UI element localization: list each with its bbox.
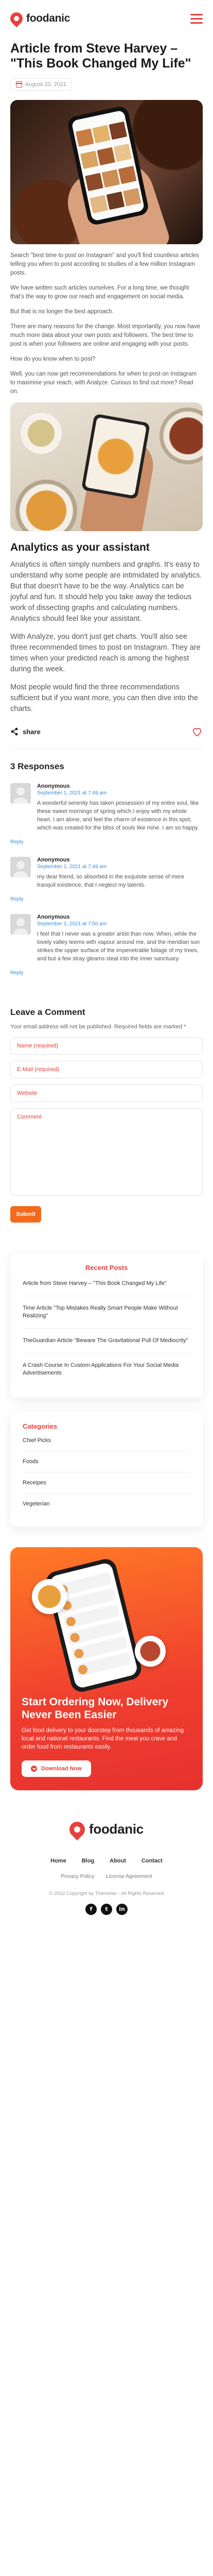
avatar <box>10 914 31 935</box>
comment: Anonymous September 1, 2021 at 7:49 am m… <box>10 857 203 903</box>
section-heading: Analytics as your assistant <box>10 541 150 553</box>
twitter-icon[interactable]: t <box>101 1903 112 1915</box>
social-links: f t in <box>0 1903 213 1933</box>
category-link[interactable]: Chief Picks <box>23 1430 190 1451</box>
article-paragraph: Search "best time to post on Instagram" … <box>10 252 200 276</box>
footer-nav-contact[interactable]: Contact <box>141 1858 163 1864</box>
license-agreement-link[interactable]: License Agreement <box>106 1873 152 1879</box>
recent-post-link[interactable]: Article from Steve Harvey – "This Book C… <box>23 1272 190 1296</box>
comment-date[interactable]: September 1, 2021 at 7:49 am <box>37 790 203 796</box>
submit-button[interactable]: Submit <box>10 1206 41 1223</box>
recent-post-link[interactable]: Time Article "Top Mistakes Really Smart … <box>23 1296 190 1329</box>
copyright: © 2022 Copyright by Themelan - All Right… <box>49 1890 164 1896</box>
facebook-icon[interactable]: f <box>85 1903 97 1915</box>
categories-title: Categories <box>23 1422 58 1430</box>
download-button[interactable]: Download Now <box>22 1760 91 1777</box>
category-link[interactable]: Foods <box>23 1451 190 1472</box>
share-row: share <box>10 726 203 749</box>
avatar <box>10 857 31 877</box>
download-label: Download Now <box>41 1766 82 1772</box>
hamburger-menu-icon[interactable] <box>187 11 203 26</box>
comment: Anonymous September 1, 2021 at 7:50 am I… <box>10 914 203 976</box>
section-body: Analytics is often simply numbers and gr… <box>10 560 203 715</box>
section-paragraph: Analytics is often simply numbers and gr… <box>10 561 202 623</box>
site-logo[interactable]: foodanic <box>8 10 70 27</box>
footer-legal-links: Privacy Policy License Agreement <box>0 1873 213 1879</box>
article-secondary-image <box>10 402 203 531</box>
app-promo-image <box>22 1556 191 1694</box>
comment-date[interactable]: September 1, 2021 at 7:50 am <box>37 921 203 927</box>
article-date: August 20, 2021 <box>10 78 73 91</box>
comment-author: Anonymous <box>37 783 70 789</box>
comment-date[interactable]: September 1, 2021 at 7:49 am <box>37 864 203 870</box>
recent-post-link[interactable]: A Crash Course In Custom Applications Fo… <box>23 1353 190 1385</box>
article-hero-image <box>10 100 203 244</box>
article-title: Article from Steve Harvey – "This Book C… <box>10 41 191 71</box>
footer-nav-about[interactable]: About <box>110 1858 126 1864</box>
comments-title: 3 Responses <box>10 761 64 771</box>
promo-title: Start Ordering Now, Delivery Never Been … <box>22 1696 169 1721</box>
comment-author: Anonymous <box>37 857 70 863</box>
heart-icon[interactable] <box>191 726 203 737</box>
comment: Anonymous September 1, 2021 at 7:49 am A… <box>10 783 203 845</box>
article-paragraph: We have written such articles ourselves.… <box>10 285 189 300</box>
article-date-text: August 20, 2021 <box>25 81 67 88</box>
website-field[interactable] <box>10 1084 203 1102</box>
share-icon <box>11 727 18 736</box>
linkedin-icon[interactable]: in <box>116 1903 128 1915</box>
site-header: foodanic <box>0 0 213 37</box>
footer-nav: Home Blog About Contact <box>0 1858 213 1864</box>
comment-field[interactable] <box>10 1108 203 1196</box>
recent-posts-widget: Recent Posts Article from Steve Harvey –… <box>10 1253 203 1398</box>
location-pin-icon <box>8 10 25 27</box>
logo-text: foodanic <box>26 12 70 24</box>
privacy-policy-link[interactable]: Privacy Policy <box>61 1873 94 1879</box>
share-label: share <box>23 727 41 736</box>
recent-post-link[interactable]: TheGuardian Article "Beware The Gravitat… <box>23 1329 190 1353</box>
reply-link[interactable]: Reply <box>10 970 24 976</box>
name-field[interactable] <box>10 1037 203 1055</box>
article-paragraph: But that is no longer the best approach. <box>10 309 114 315</box>
avatar <box>10 783 31 804</box>
category-link[interactable]: Vegeterian <box>23 1494 190 1514</box>
footer-logo-text: foodanic <box>89 1821 144 1837</box>
comment-form-note: Your email address will not be published… <box>10 1024 186 1030</box>
calendar-icon <box>16 81 22 88</box>
site-footer: foodanic Home Blog About Contact Privacy… <box>0 1818 213 1933</box>
section-paragraph: Most people would find the three recomme… <box>10 683 198 713</box>
comment-form-title: Leave a Comment <box>10 1007 85 1017</box>
promo-text: Get food delivery to your doorstep from … <box>22 1727 184 1750</box>
comment-author: Anonymous <box>37 914 70 920</box>
reply-link[interactable]: Reply <box>10 896 24 902</box>
email-field[interactable] <box>10 1061 203 1078</box>
section-paragraph: With Analyze, you don't just get charts.… <box>10 633 201 673</box>
footer-nav-blog[interactable]: Blog <box>82 1858 94 1864</box>
categories-widget: Categories Chief Picks Foods Receipes Ve… <box>10 1412 203 1527</box>
footer-logo[interactable]: foodanic <box>66 1818 144 1840</box>
article-paragraph: There are many reasons for the change. M… <box>10 324 201 347</box>
app-promo-banner: Start Ordering Now, Delivery Never Been … <box>10 1547 203 1790</box>
download-icon <box>31 1766 37 1772</box>
reply-link[interactable]: Reply <box>10 839 24 845</box>
footer-nav-home[interactable]: Home <box>50 1858 66 1864</box>
category-link[interactable]: Receipes <box>23 1472 190 1494</box>
comment-text: my dear friend, so absorbed in the exqui… <box>37 874 185 888</box>
location-pin-icon <box>66 1818 88 1840</box>
article-paragraph: Well, you can now get recommendations fo… <box>10 371 197 395</box>
article-paragraph: How do you know when to post? <box>10 356 96 362</box>
recent-posts-title: Recent Posts <box>85 1264 128 1272</box>
article-body: Search "best time to post on Instagram" … <box>10 251 203 396</box>
comment-text: I feel that I never was a greater artist… <box>37 931 200 962</box>
comment-text: A wonderful serenity has taken possessio… <box>37 800 199 831</box>
share-button[interactable]: share <box>10 727 41 736</box>
